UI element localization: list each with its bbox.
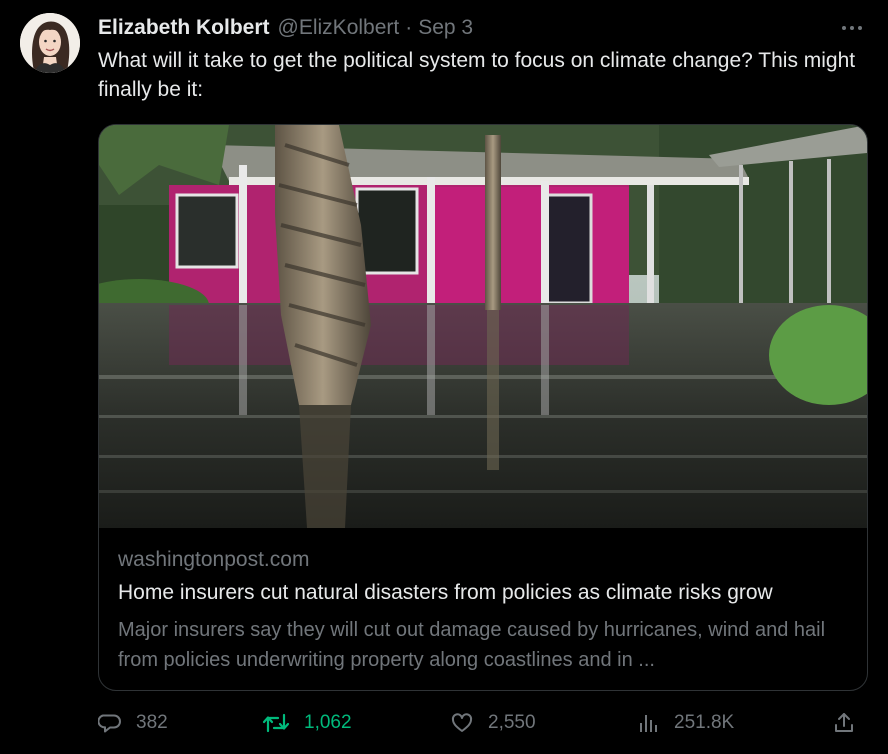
- retweet-button[interactable]: 1,062: [262, 706, 352, 740]
- more-dots-icon: [842, 26, 862, 30]
- tweet-header: Elizabeth Kolbert @ElizKolbert · Sep 3: [98, 14, 473, 42]
- views-button[interactable]: 251.8K: [636, 706, 734, 740]
- share-upload-icon: [835, 713, 853, 732]
- author-handle[interactable]: @ElizKolbert: [278, 16, 400, 40]
- share-button[interactable]: [832, 706, 856, 740]
- card-image: [99, 125, 867, 528]
- header-separator: ·: [405, 16, 413, 39]
- tweet: Elizabeth Kolbert @ElizKolbert · Sep 3 W…: [0, 0, 888, 754]
- avatar[interactable]: [20, 13, 80, 73]
- view-count: 251.8K: [674, 712, 735, 733]
- card-title: Home insurers cut natural disasters from…: [118, 581, 773, 604]
- reply-count: 382: [136, 712, 168, 733]
- tweet-text: What will it take to get the political s…: [98, 49, 856, 101]
- reply-button[interactable]: 382: [98, 706, 168, 740]
- link-card[interactable]: washingtonpost.com Home insurers cut nat…: [98, 124, 868, 691]
- card-domain: washingtonpost.com: [118, 548, 310, 571]
- more-button[interactable]: [838, 14, 866, 42]
- retweet-arrows-icon: [262, 713, 290, 733]
- like-count: 2,550: [488, 712, 536, 733]
- like-button[interactable]: 2,550: [450, 706, 536, 740]
- heart-icon: [451, 713, 473, 732]
- tweet-date[interactable]: Sep 3: [418, 16, 473, 40]
- bar-chart-icon: [640, 715, 657, 732]
- retweet-count: 1,062: [304, 712, 352, 733]
- action-bar: 382 1,062 2,550 251.8K: [98, 706, 868, 740]
- reply-bubble-icon: [98, 714, 121, 733]
- author-name[interactable]: Elizabeth Kolbert: [98, 16, 270, 40]
- card-description: Major insurers say they will cut out dam…: [118, 619, 826, 671]
